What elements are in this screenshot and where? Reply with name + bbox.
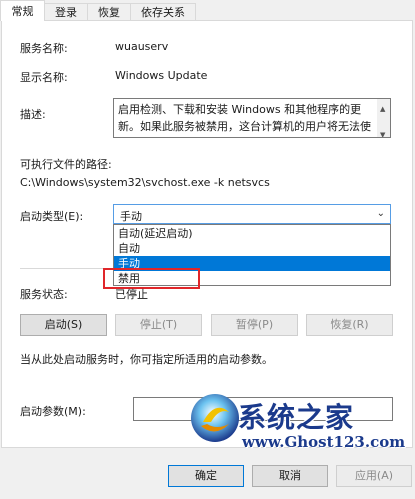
- exe-path-label: 可执行文件的路径:: [20, 158, 112, 171]
- apply-button[interactable]: 应用(A): [336, 465, 412, 487]
- stop-button[interactable]: 停止(T): [115, 314, 202, 336]
- tab-general[interactable]: 常规: [0, 0, 45, 21]
- ok-button[interactable]: 确定: [168, 465, 244, 487]
- description-box[interactable]: 启用检测、下载和安装 Windows 和其他程序的更新。如果此服务被禁用，这台计…: [113, 98, 391, 138]
- tab-bar: 常规 登录 恢复 依存关系: [0, 0, 415, 21]
- watermark-logo-icon: [191, 394, 239, 442]
- description-text: 启用检测、下载和安装 Windows 和其他程序的更新。如果此服务被禁用，这台计…: [118, 103, 371, 133]
- tab-dependencies[interactable]: 依存关系: [130, 3, 196, 20]
- chevron-down-icon[interactable]: ⌄: [377, 208, 385, 219]
- start-button[interactable]: 启动(S): [20, 314, 107, 336]
- service-status-label: 服务状态:: [20, 288, 68, 301]
- description-label: 描述:: [20, 108, 46, 121]
- scroll-down-icon[interactable]: ▼: [380, 127, 385, 137]
- option-auto-delayed[interactable]: 自动(延迟启动): [114, 226, 390, 241]
- cancel-button[interactable]: 取消: [252, 465, 328, 487]
- scroll-up-icon[interactable]: ▲: [380, 101, 385, 118]
- display-name-value: Windows Update: [115, 69, 208, 82]
- description-scrollbar[interactable]: ▲ ▼: [377, 99, 390, 137]
- startup-type-selected: 手动: [120, 210, 142, 223]
- tab-login[interactable]: 登录: [44, 3, 88, 20]
- divider: [20, 268, 104, 269]
- start-params-hint: 当从此处启动服务时，你可指定所适用的启动参数。: [20, 353, 273, 366]
- watermark-url: www.Ghost123.com: [242, 433, 406, 451]
- pause-button[interactable]: 暂停(P): [211, 314, 298, 336]
- watermark-title: 系统之家: [238, 401, 355, 434]
- display-name-label: 显示名称:: [20, 71, 68, 84]
- service-name-label: 服务名称:: [20, 42, 68, 55]
- service-status-value: 已停止: [115, 288, 148, 301]
- start-params-label: 启动参数(M):: [20, 405, 86, 418]
- exe-path-value: C:\Windows\system32\svchost.exe -k netsv…: [20, 176, 270, 189]
- startup-type-label: 启动类型(E):: [20, 210, 84, 223]
- startup-type-select[interactable]: 手动 ⌄: [113, 204, 391, 224]
- resume-button[interactable]: 恢复(R): [306, 314, 393, 336]
- service-name-value: wuauserv: [115, 40, 169, 53]
- option-auto[interactable]: 自动: [114, 241, 390, 256]
- tab-recovery[interactable]: 恢复: [87, 3, 131, 20]
